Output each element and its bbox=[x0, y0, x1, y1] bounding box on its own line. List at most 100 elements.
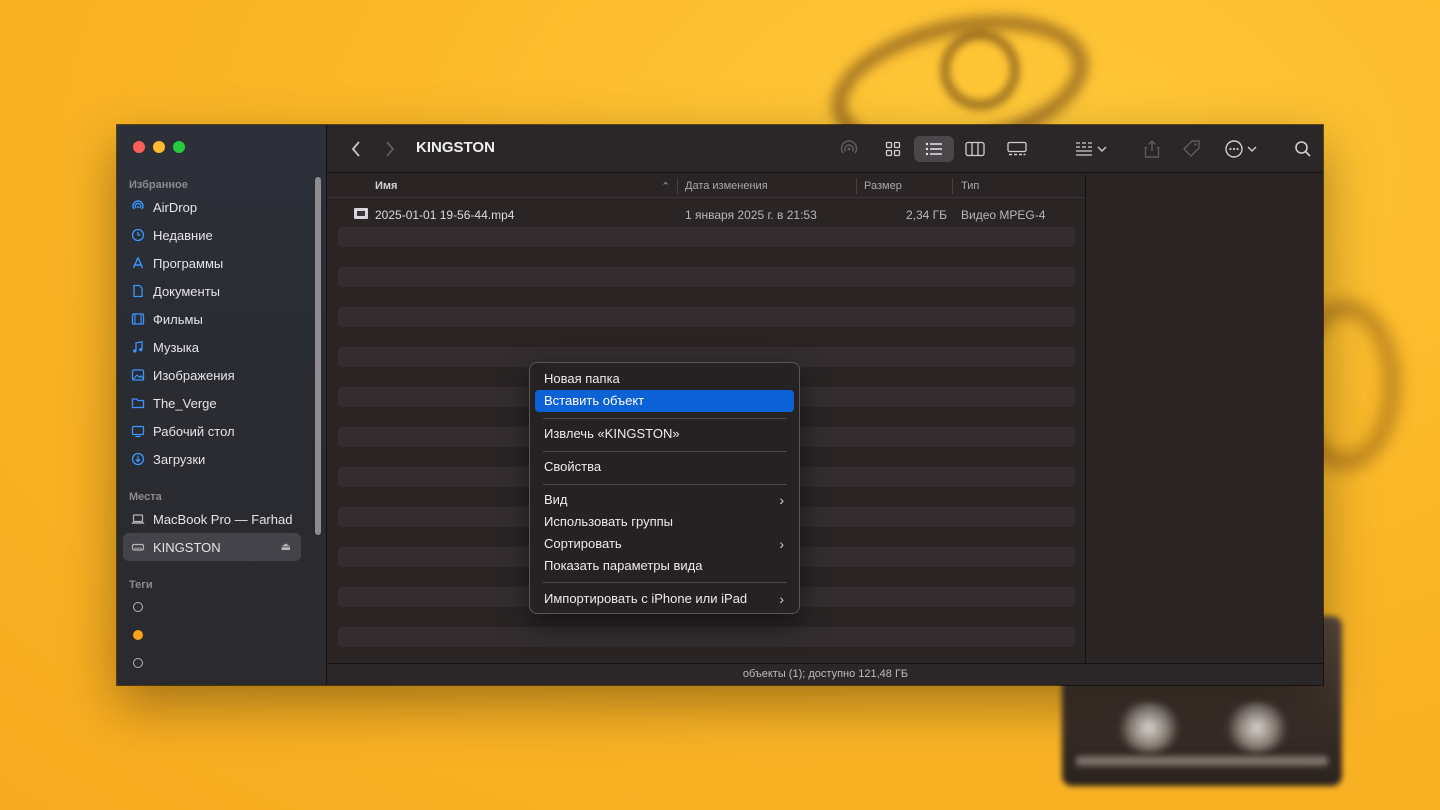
menu-item-label: Вид bbox=[544, 492, 568, 507]
drive-icon bbox=[131, 540, 145, 554]
background-tape-decoration bbox=[940, 30, 1020, 110]
file-name: 2025-01-01 19-56-44.mp4 bbox=[375, 208, 515, 222]
menu-item-import-from-iphone[interactable]: Импортировать с iPhone или iPad › bbox=[535, 588, 794, 610]
gallery-icon bbox=[1007, 141, 1027, 156]
sort-ascending-icon[interactable]: ⌃ bbox=[661, 180, 670, 193]
empty-row bbox=[338, 267, 1075, 287]
menu-item-label: Импортировать с iPhone или iPad bbox=[544, 591, 748, 606]
chevron-right-icon: › bbox=[779, 492, 784, 508]
search-icon bbox=[1295, 141, 1311, 157]
places-header: Места bbox=[129, 491, 162, 503]
empty-row bbox=[338, 227, 1075, 247]
menu-divider bbox=[543, 484, 787, 485]
sidebar-item-label: Программы bbox=[153, 255, 224, 271]
gallery-view-button[interactable] bbox=[1004, 136, 1030, 162]
tag-dot-icon[interactable] bbox=[133, 658, 143, 668]
more-options-icon bbox=[1225, 140, 1257, 158]
tag-dot-icon[interactable] bbox=[133, 602, 143, 612]
file-modified: 1 января 2025 г. в 21:53 bbox=[685, 208, 817, 222]
column-header-size[interactable]: Размер bbox=[864, 180, 902, 192]
minimize-button[interactable] bbox=[153, 141, 165, 153]
column-view-button[interactable] bbox=[962, 136, 988, 162]
search-button[interactable] bbox=[1291, 136, 1315, 162]
menu-item-sort-by[interactable]: Сортировать › bbox=[535, 533, 794, 555]
toolbar: KINGSTON bbox=[328, 125, 1323, 173]
sidebar: Избранное AirDrop Недавние Программы Док… bbox=[117, 125, 327, 685]
tag-icon bbox=[1183, 140, 1200, 157]
back-button[interactable] bbox=[344, 136, 368, 162]
sidebar-item-recents[interactable]: Недавние bbox=[123, 221, 301, 249]
menu-item-new-folder[interactable]: Новая папка bbox=[535, 368, 794, 390]
folder-icon bbox=[131, 396, 145, 410]
tags-header: Теги bbox=[129, 579, 153, 591]
sidebar-item-applications[interactable]: Программы bbox=[123, 249, 301, 277]
sidebar-item-label: Загрузки bbox=[153, 451, 206, 467]
eject-icon[interactable]: ⏏ bbox=[281, 540, 291, 553]
menu-item-show-view-options[interactable]: Показать параметры вида bbox=[535, 555, 794, 577]
desktop-icon bbox=[131, 424, 145, 438]
menu-item-use-groups[interactable]: Использовать группы bbox=[535, 511, 794, 533]
group-grid-icon bbox=[1076, 142, 1107, 156]
sidebar-item-label: AirDrop bbox=[153, 199, 198, 215]
photo-icon bbox=[131, 368, 145, 382]
tag-dot-icon[interactable] bbox=[133, 630, 143, 640]
sidebar-item-macbook[interactable]: MacBook Pro — Farhad bbox=[123, 505, 301, 533]
sidebar-item-desktop[interactable]: Рабочий стол bbox=[123, 417, 301, 445]
menu-item-get-info[interactable]: Свойства bbox=[535, 456, 794, 478]
column-header-modified[interactable]: Дата изменения bbox=[685, 180, 768, 192]
sidebar-item-downloads[interactable]: Загрузки bbox=[123, 445, 301, 473]
empty-row bbox=[338, 307, 1075, 327]
close-button[interactable] bbox=[133, 141, 145, 153]
sidebar-item-documents[interactable]: Документы bbox=[123, 277, 301, 305]
chevron-right-icon bbox=[386, 141, 395, 157]
sidebar-item-label: Фильмы bbox=[153, 311, 203, 327]
share-button[interactable] bbox=[1140, 136, 1164, 162]
file-kind: Видео MPEG-4 bbox=[961, 208, 1046, 222]
menu-item-eject[interactable]: Извлечь «KINGSTON» bbox=[535, 423, 794, 445]
share-icon bbox=[1144, 140, 1160, 158]
column-header-name[interactable]: Имя bbox=[375, 180, 397, 192]
window-controls bbox=[133, 141, 185, 153]
sidebar-item-airdrop[interactable]: AirDrop bbox=[123, 193, 301, 221]
zoom-button[interactable] bbox=[173, 141, 185, 153]
sidebar-item-label: Документы bbox=[153, 283, 221, 299]
group-button[interactable] bbox=[1072, 136, 1112, 162]
menu-divider bbox=[543, 451, 787, 452]
menu-divider bbox=[543, 418, 787, 419]
action-menu-button[interactable] bbox=[1222, 136, 1262, 162]
airdrop-icon bbox=[131, 200, 145, 214]
laptop-icon bbox=[131, 512, 145, 526]
table-row[interactable]: 2025-01-01 19-56-44.mp4 1 января 2025 г.… bbox=[338, 205, 1075, 225]
airdrop-icon bbox=[840, 140, 858, 154]
sidebar-item-the-verge[interactable]: The_Verge bbox=[123, 389, 301, 417]
sidebar-item-movies[interactable]: Фильмы bbox=[123, 305, 301, 333]
forward-button[interactable] bbox=[378, 136, 402, 162]
sidebar-item-label: Музыка bbox=[153, 339, 199, 355]
sidebar-item-label: The_Verge bbox=[153, 395, 217, 411]
columns-icon bbox=[965, 141, 985, 157]
airdrop-button[interactable] bbox=[836, 136, 862, 162]
empty-row bbox=[338, 627, 1075, 647]
tag-button[interactable] bbox=[1180, 136, 1204, 162]
sidebar-item-label: Рабочий стол bbox=[153, 423, 235, 439]
sidebar-scrollbar[interactable] bbox=[315, 177, 321, 535]
grid-icon bbox=[885, 141, 901, 157]
sidebar-item-kingston[interactable]: KINGSTON ⏏ bbox=[123, 533, 301, 561]
status-bar: объекты (1); доступно 121,48 ГБ bbox=[328, 663, 1323, 685]
menu-item-paste-item[interactable]: Вставить объект bbox=[535, 390, 794, 412]
sidebar-item-music[interactable]: Музыка bbox=[123, 333, 301, 361]
menu-item-view[interactable]: Вид › bbox=[535, 489, 794, 511]
column-headers: Имя ⌃ Дата изменения Размер Тип bbox=[328, 174, 1085, 198]
sidebar-item-pictures[interactable]: Изображения bbox=[123, 361, 301, 389]
video-file-icon bbox=[354, 208, 368, 219]
list-icon bbox=[925, 142, 942, 156]
sidebar-item-label: KINGSTON bbox=[153, 539, 221, 555]
column-header-kind[interactable]: Тип bbox=[961, 180, 979, 192]
film-icon bbox=[131, 312, 145, 326]
context-menu: Новая папка Вставить объект Извлечь «KIN… bbox=[529, 362, 800, 614]
window-title: KINGSTON bbox=[416, 139, 495, 156]
list-view-button[interactable] bbox=[914, 136, 954, 162]
favorites-header: Избранное bbox=[129, 179, 188, 191]
sidebar-item-label: Изображения bbox=[153, 367, 235, 383]
icon-view-button[interactable] bbox=[880, 136, 906, 162]
